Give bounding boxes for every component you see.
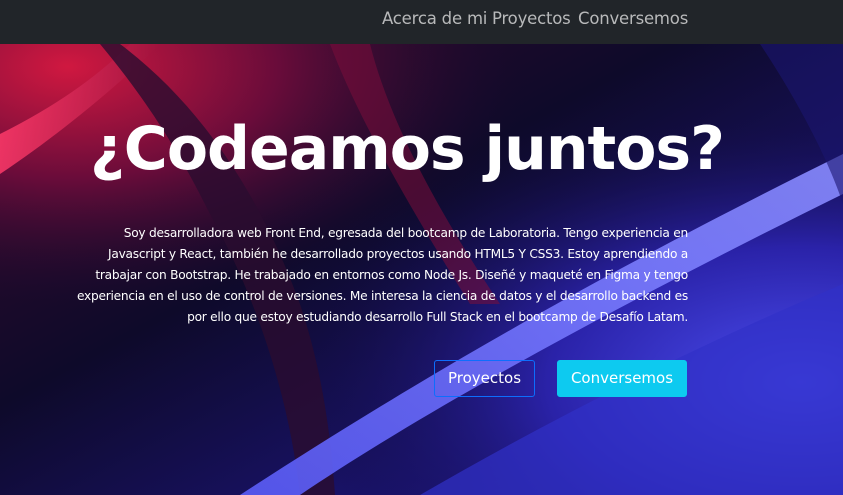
- hero-title: ¿Codeamos juntos?: [90, 114, 725, 184]
- nav-link-projects[interactable]: Proyectos: [492, 9, 571, 28]
- nav-link-about[interactable]: Acerca de mi: [382, 9, 487, 28]
- hero-description: Soy desarrolladora web Front End, egresa…: [76, 226, 688, 324]
- nav-link-contact[interactable]: Conversemos: [578, 9, 688, 28]
- contact-button[interactable]: Conversemos: [557, 360, 687, 397]
- hero-section: ¿Codeamos juntos? Soy desarrolladora web…: [0, 44, 843, 495]
- projects-button[interactable]: Proyectos: [434, 360, 535, 397]
- top-navbar: Acerca de mi Proyectos Conversemos: [0, 0, 843, 44]
